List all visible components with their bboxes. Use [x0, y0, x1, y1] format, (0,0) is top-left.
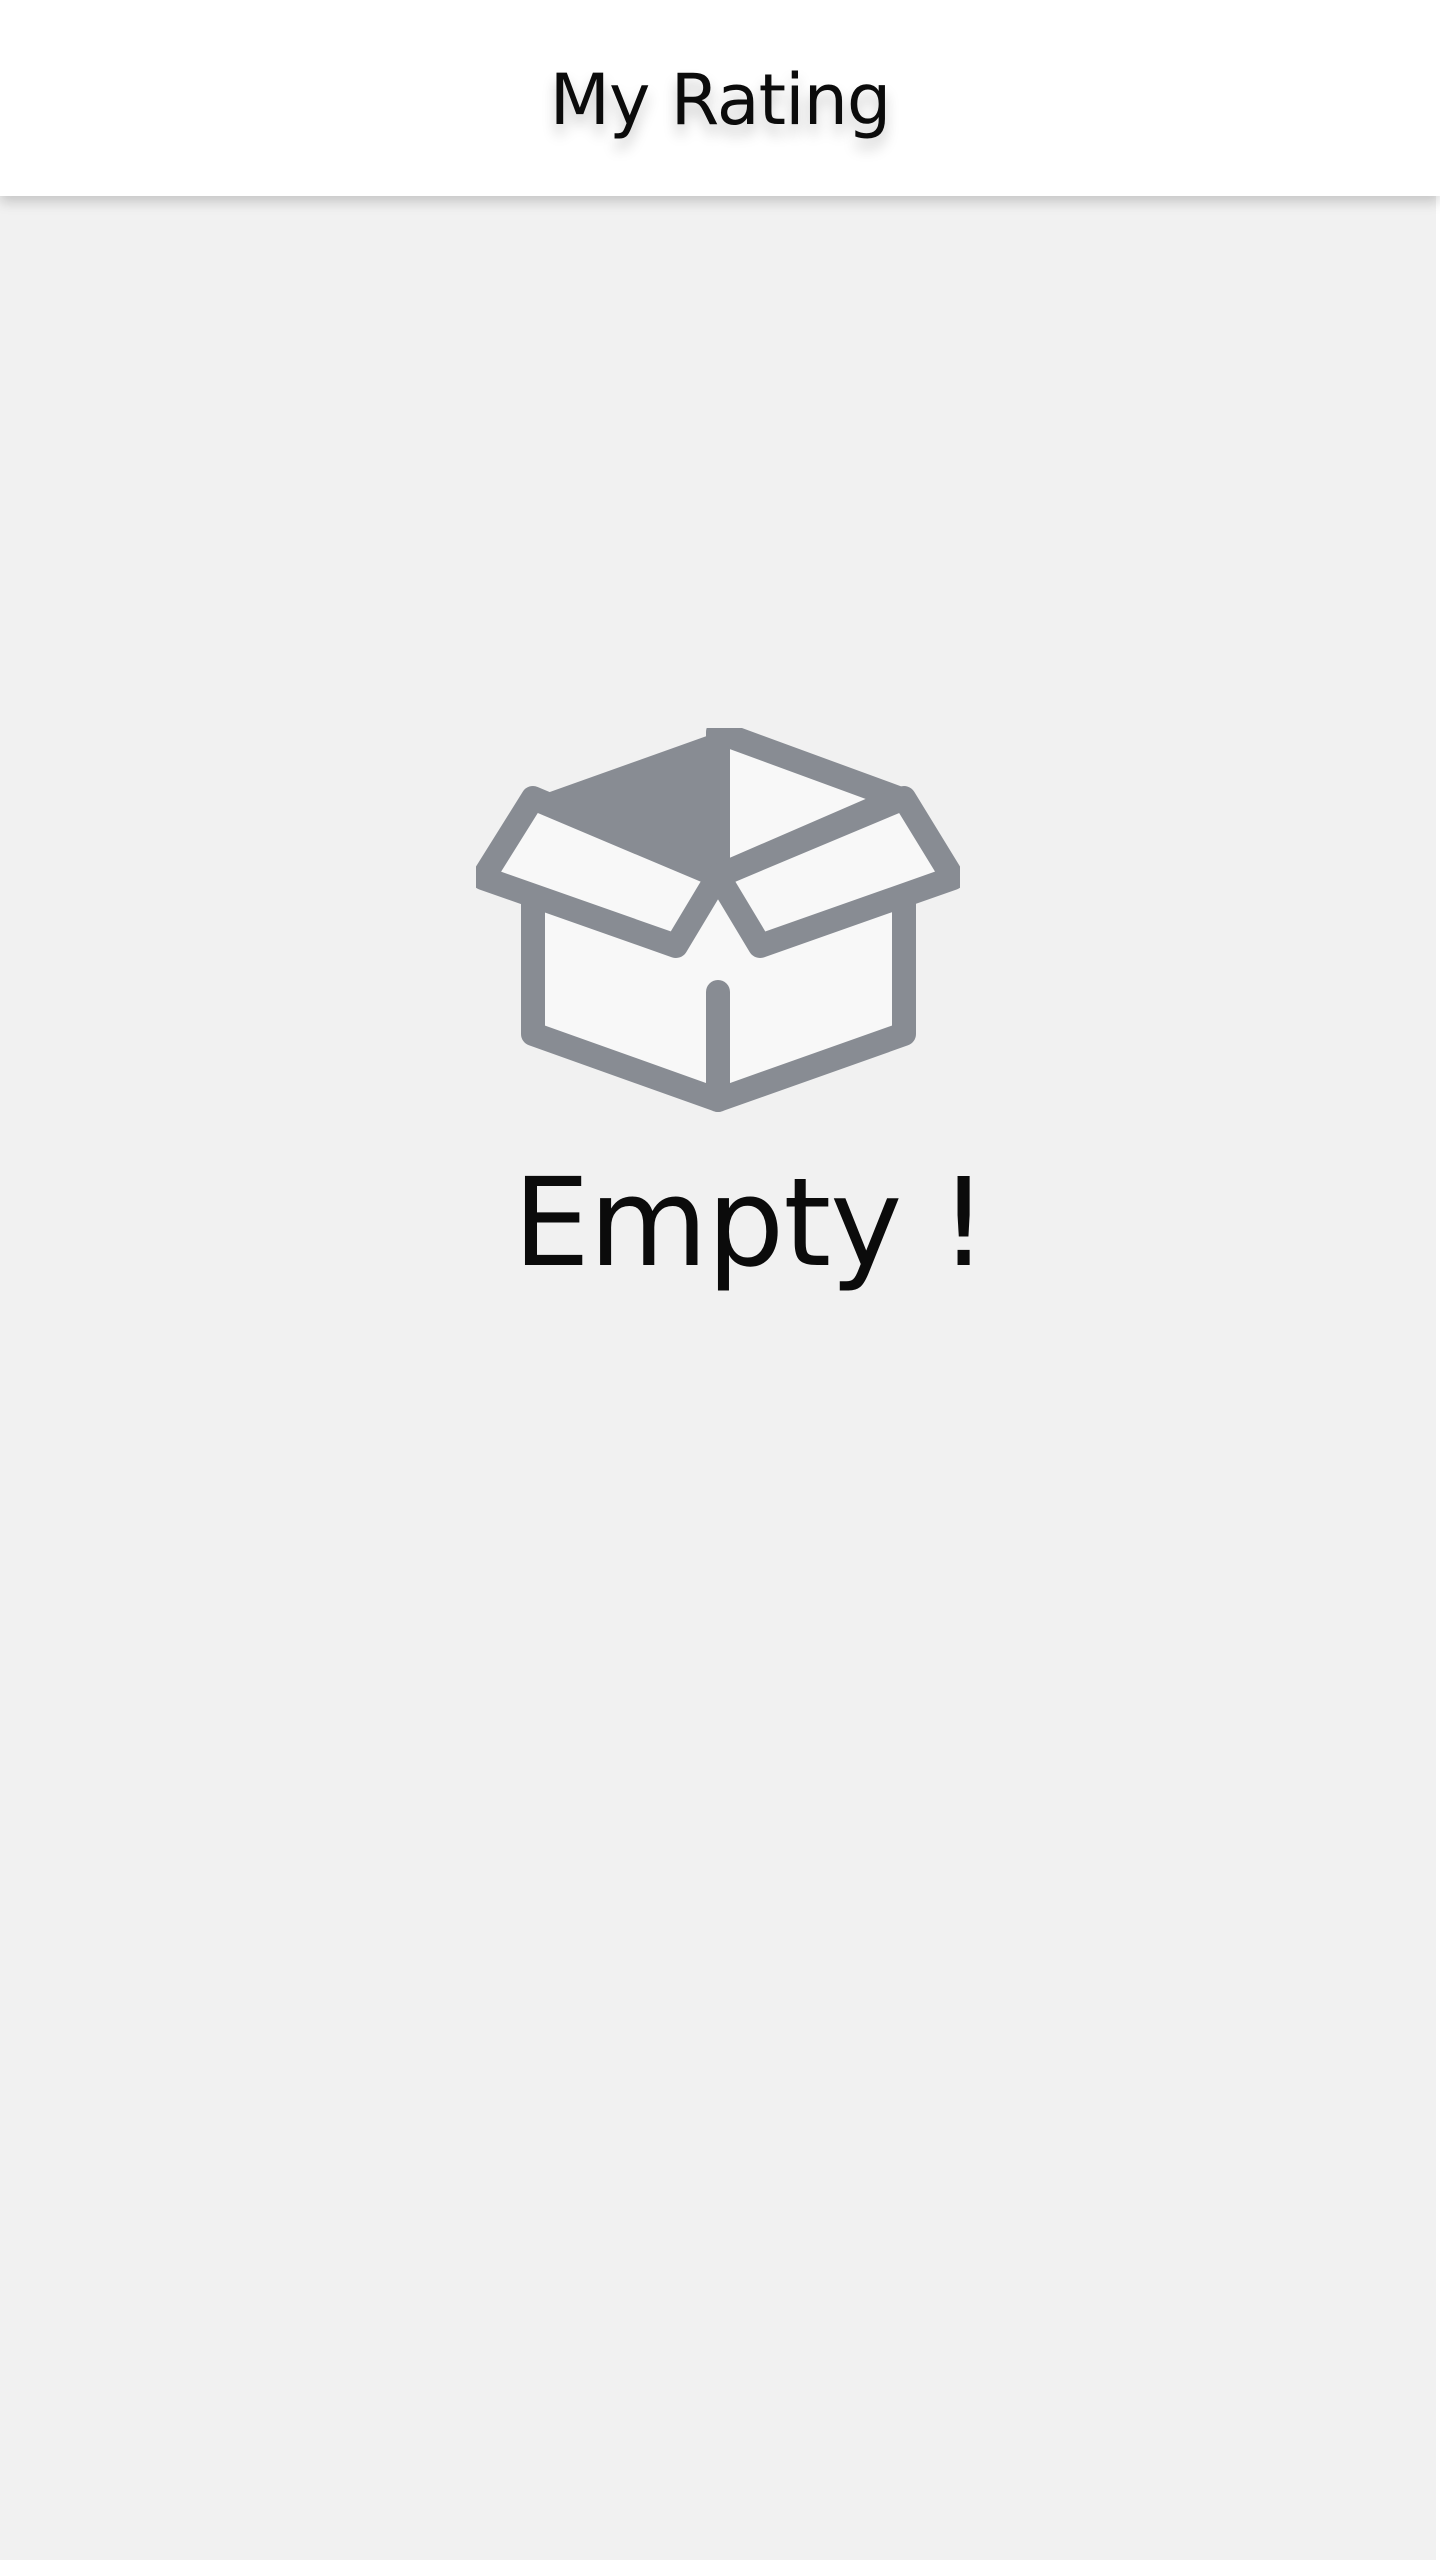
empty-message: Empty ! — [512, 1152, 988, 1294]
app-bar: My Rating — [0, 0, 1440, 196]
page-title: My Rating — [549, 59, 892, 141]
open-box-icon — [476, 728, 960, 1112]
scroll-edge — [1436, 196, 1440, 2560]
